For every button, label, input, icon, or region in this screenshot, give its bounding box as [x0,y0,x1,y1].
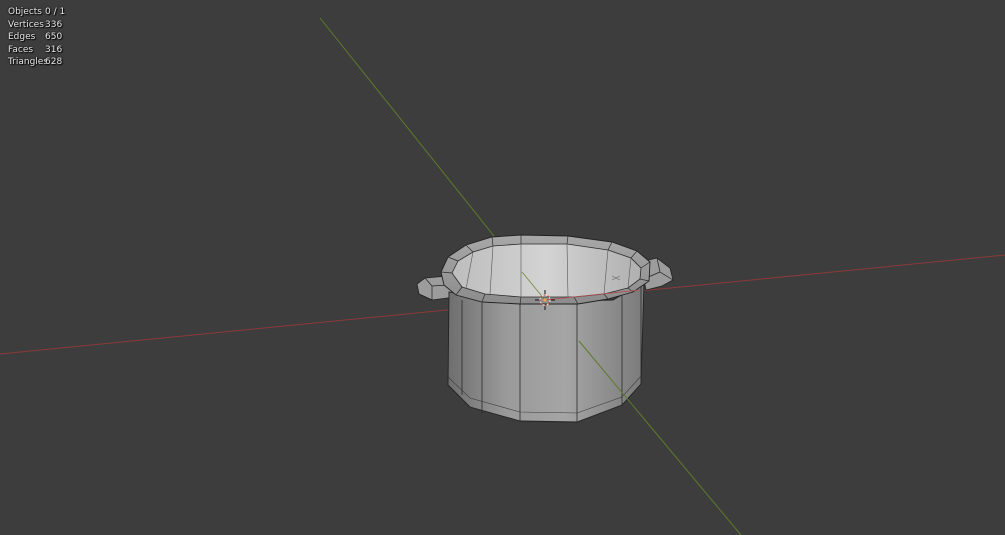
viewport-scene[interactable] [0,0,1005,535]
y-axis-line-front [578,340,742,535]
stat-label: Vertices [8,19,44,30]
stat-triangles: Triangles 628 [8,56,65,69]
pot-interior [451,243,642,298]
stat-value: 0 / 1 [45,7,66,17]
stat-value: 336 [45,19,63,30]
stat-value: 316 [45,44,63,55]
stat-objects: Objects 0 / 1 [8,6,65,19]
statistics-overlay: Objects 0 / 1 Vertices 336 Edges 650 Fac… [8,6,65,69]
stat-vertices: Vertices 336 [8,19,65,32]
cooking-pot-mesh[interactable] [416,234,674,423]
stat-label: Faces [8,44,34,55]
stat-value: 650 [45,32,63,43]
stat-label: Objects [8,7,43,17]
stat-value: 628 [45,57,63,68]
stat-label: Triangles [8,57,49,68]
3d-viewport[interactable]: Objects 0 / 1 Vertices 336 Edges 650 Fac… [0,0,1005,535]
stat-label: Edges [8,32,36,43]
stat-faces: Faces 316 [8,44,65,57]
stat-edges: Edges 650 [8,31,65,44]
